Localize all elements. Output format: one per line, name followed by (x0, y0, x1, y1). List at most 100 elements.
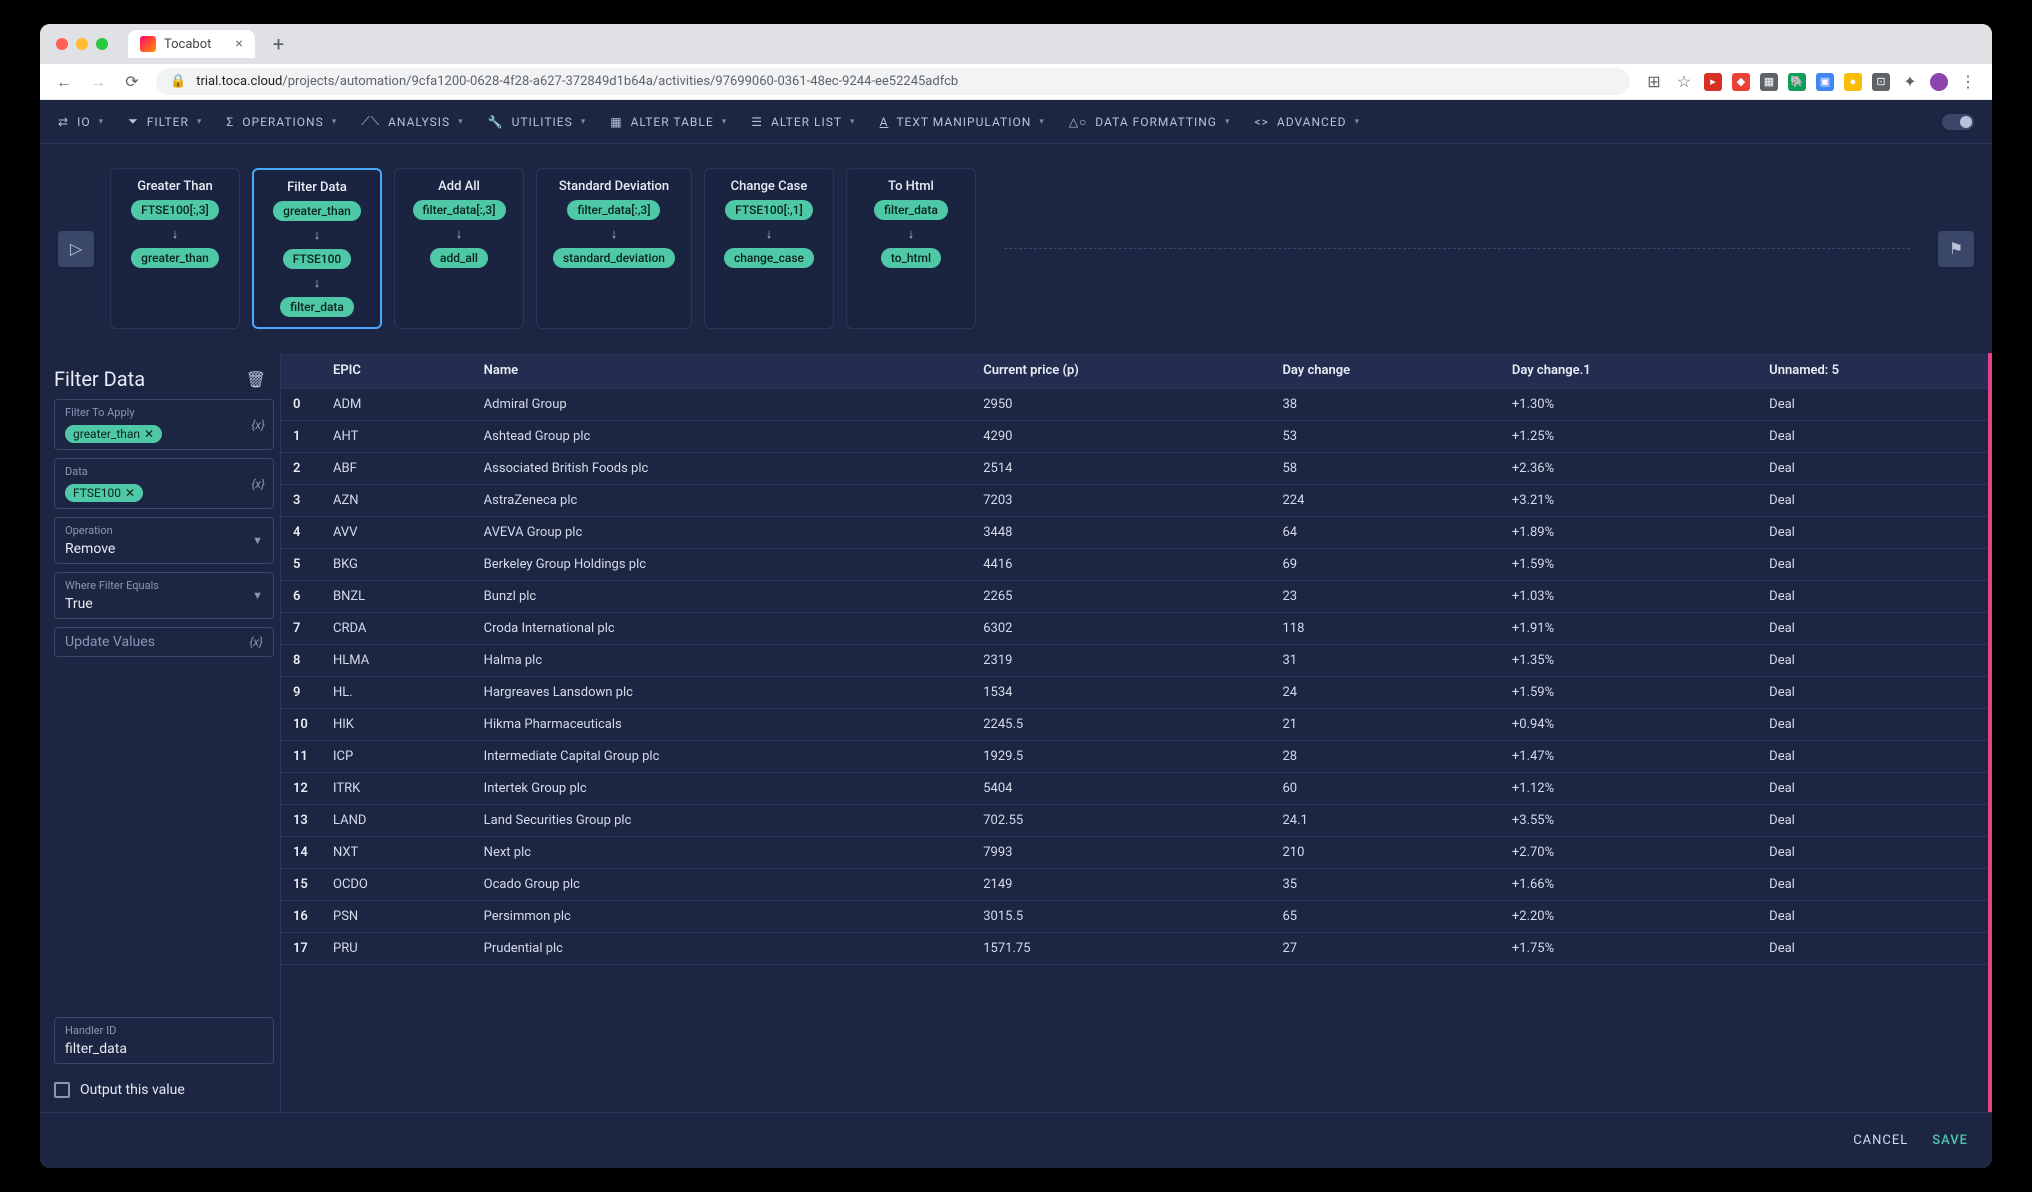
table-row[interactable]: 16PSNPersimmon plc3015.565+2.20%Deal (281, 901, 1992, 933)
data-field[interactable]: Data FTSE100 ✕ {x} (54, 458, 274, 509)
table-row[interactable]: 7CRDACroda International plc6302118+1.91… (281, 613, 1992, 645)
ext-evernote-icon[interactable]: 🐘 (1788, 73, 1806, 91)
column-header[interactable]: EPIC (321, 353, 472, 389)
filter-to-apply-chip[interactable]: greater_than ✕ (65, 425, 162, 443)
pipeline-node[interactable]: Change CaseFTSE100[:,1]↓change_case (704, 168, 834, 329)
node-title: Greater Than (137, 179, 213, 194)
toolbar-alter-table[interactable]: ▦ALTER TABLE▾ (610, 115, 727, 129)
toolbar-alter-list[interactable]: ☰ALTER LIST▾ (751, 115, 855, 129)
table-row[interactable]: 1AHTAshtead Group plc429053+1.25%Deal (281, 421, 1992, 453)
node-chip: filter_data (280, 297, 354, 317)
ext-2-icon[interactable]: ◆ (1732, 73, 1750, 91)
where-filter-select[interactable]: Where Filter Equals True ▼ (54, 572, 274, 619)
profile-avatar[interactable] (1930, 73, 1948, 91)
operation-select[interactable]: Operation Remove ▼ (54, 517, 274, 564)
ext-7-icon[interactable]: ⊡ (1872, 73, 1890, 91)
column-header[interactable]: Day change (1270, 353, 1499, 389)
pipeline-node[interactable]: Greater ThanFTSE100[:,3]↓greater_than (110, 168, 240, 329)
column-header[interactable]: Current price (p) (971, 353, 1270, 389)
forward-button[interactable]: → (88, 72, 108, 92)
table-row[interactable]: 10HIKHikma Pharmaceuticals2245.521+0.94%… (281, 709, 1992, 741)
minimize-window[interactable] (76, 38, 88, 50)
maximize-window[interactable] (96, 38, 108, 50)
chrome-menu-icon[interactable]: ⋮ (1958, 72, 1978, 91)
toolbar-operations[interactable]: ΣOPERATIONS▾ (226, 115, 337, 129)
pipeline-node[interactable]: Standard Deviationfilter_data[:,3]↓stand… (536, 168, 692, 329)
bookmark-icon[interactable]: ☆ (1674, 72, 1694, 91)
toolbar-data-formatting[interactable]: △○DATA FORMATTING▾ (1069, 115, 1231, 129)
extensions-menu-icon[interactable]: ✦ (1900, 72, 1920, 91)
play-button[interactable]: ▷ (58, 231, 94, 267)
table-cell: Ocado Group plc (472, 869, 972, 901)
variable-icon[interactable]: {x} (249, 635, 263, 649)
ext-3-icon[interactable]: ▦ (1760, 73, 1778, 91)
column-header[interactable]: Name (472, 353, 972, 389)
cancel-button[interactable]: CANCEL (1853, 1133, 1908, 1148)
table-cell: +1.75% (1500, 933, 1757, 965)
table-cell: 702.55 (971, 805, 1270, 837)
new-tab-button[interactable]: + (273, 32, 284, 56)
table-row[interactable]: 9HL.Hargreaves Lansdown plc153424+1.59%D… (281, 677, 1992, 709)
back-button[interactable]: ← (54, 72, 74, 92)
table-row[interactable]: 12ITRKIntertek Group plc540460+1.12%Deal (281, 773, 1992, 805)
tab-close-icon[interactable]: × (235, 36, 242, 52)
scroll-indicator[interactable] (1988, 353, 1992, 1112)
update-values-field[interactable]: Update Values {x} (54, 627, 274, 657)
browser-tab[interactable]: Tocabot × (128, 30, 255, 58)
table-cell: 7 (281, 613, 321, 645)
table-row[interactable]: 15OCDOOcado Group plc214935+1.66%Deal (281, 869, 1992, 901)
node-chip: FTSE100[:,3] (131, 200, 219, 220)
table-row[interactable]: 11ICPIntermediate Capital Group plc1929.… (281, 741, 1992, 773)
table-row[interactable]: 0ADMAdmiral Group295038+1.30%Deal (281, 389, 1992, 421)
table-row[interactable]: 2ABFAssociated British Foods plc251458+2… (281, 453, 1992, 485)
table-cell: 7993 (971, 837, 1270, 869)
pipeline-node[interactable]: Add Allfilter_data[:,3]↓add_all (394, 168, 524, 329)
toolbar-utilities[interactable]: 🔧UTILITIES▾ (488, 115, 587, 129)
reload-button[interactable]: ⟳ (122, 72, 142, 91)
delete-icon[interactable]: 🗑 (246, 370, 266, 389)
handler-id-field[interactable]: Handler ID filter_data (54, 1017, 274, 1064)
pipeline-node[interactable]: Filter Datagreater_than↓FTSE100↓filter_d… (252, 168, 382, 329)
close-window[interactable] (56, 38, 68, 50)
toolbar-io[interactable]: ⇄IO▾ (58, 115, 104, 129)
pipeline-node[interactable]: To Htmlfilter_data↓to_html (846, 168, 976, 329)
table-row[interactable]: 14NXTNext plc7993210+2.70%Deal (281, 837, 1992, 869)
address-bar[interactable]: 🔒 trial.toca.cloud/projects/automation/9… (156, 68, 1630, 95)
column-header[interactable]: Unnamed: 5 (1757, 353, 1992, 389)
arrow-down-icon: ↓ (908, 226, 915, 242)
output-value-checkbox[interactable] (54, 1082, 70, 1098)
filter-to-apply-field[interactable]: Filter To Apply greater_than ✕ {x} (54, 399, 274, 450)
ext-6-icon[interactable]: ● (1844, 73, 1862, 91)
table-row[interactable]: 8HLMAHalma plc231931+1.35%Deal (281, 645, 1992, 677)
remove-chip-icon[interactable]: ✕ (125, 486, 135, 500)
table-row[interactable]: 4AVVAVEVA Group plc344864+1.89%Deal (281, 517, 1992, 549)
variable-icon[interactable]: {x} (251, 418, 265, 432)
column-header[interactable] (281, 353, 321, 389)
table-row[interactable]: 3AZNAstraZeneca plc7203224+3.21%Deal (281, 485, 1992, 517)
ext-1-icon[interactable]: ▸ (1704, 73, 1722, 91)
variable-icon[interactable]: {x} (251, 477, 265, 491)
node-title: Filter Data (287, 180, 347, 195)
toolbar-text-manipulation[interactable]: ATEXT MANIPULATION▾ (880, 115, 1045, 129)
toolbar-analysis[interactable]: ⟋⟍ANALYSIS▾ (361, 114, 463, 129)
table-row[interactable]: 17PRUPrudential plc1571.7527+1.75%Deal (281, 933, 1992, 965)
table-row[interactable]: 5BKGBerkeley Group Holdings plc441669+1.… (281, 549, 1992, 581)
toolbar-filter[interactable]: ⏷FILTER▾ (128, 114, 202, 129)
node-chip: greater_than (273, 201, 361, 221)
node-chip: FTSE100 (283, 249, 351, 269)
translate-icon[interactable]: ⊞ (1644, 72, 1664, 91)
table-cell: 69 (1270, 549, 1499, 581)
data-chip[interactable]: FTSE100 ✕ (65, 484, 143, 502)
ext-5-icon[interactable]: ▣ (1816, 73, 1834, 91)
table-row[interactable]: 6BNZLBunzl plc226523+1.03%Deal (281, 581, 1992, 613)
footer: CANCEL SAVE (40, 1112, 1992, 1168)
table-row[interactable]: 13LANDLand Securities Group plc702.5524.… (281, 805, 1992, 837)
table-cell: 35 (1270, 869, 1499, 901)
column-header[interactable]: Day change.1 (1500, 353, 1757, 389)
remove-chip-icon[interactable]: ✕ (144, 427, 154, 441)
toolbar-toggle[interactable] (1942, 114, 1974, 130)
browser-window: Tocabot × + ← → ⟳ 🔒 trial.toca.cloud/pro… (40, 24, 1992, 1168)
toolbar-advanced[interactable]: <>ADVANCED▾ (1255, 115, 1361, 129)
flag-button[interactable]: ⚑ (1938, 231, 1974, 267)
save-button[interactable]: SAVE (1932, 1133, 1968, 1148)
